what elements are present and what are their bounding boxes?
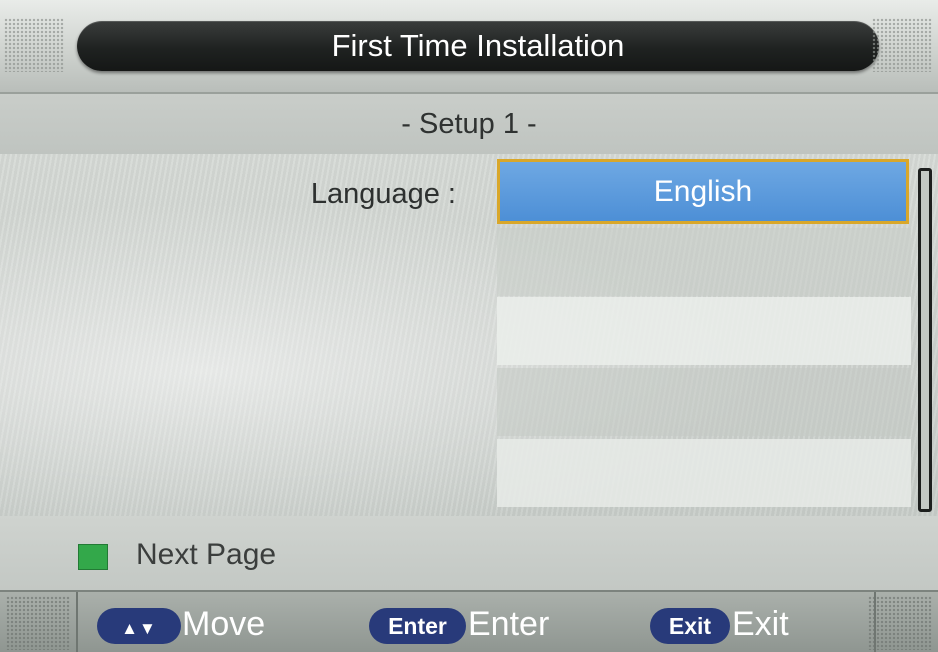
empty-option-row <box>497 439 911 507</box>
speaker-grill-right <box>872 18 932 72</box>
move-key-symbol: ▲▼ <box>121 619 157 638</box>
help-bar: ▲▼ Move Enter Enter Exit Exit <box>0 590 938 652</box>
divider <box>76 592 78 652</box>
next-page-hint[interactable]: Next Page <box>0 516 938 590</box>
empty-option-row <box>497 368 911 436</box>
exit-key-icon: Exit <box>650 608 730 644</box>
green-key-icon <box>78 544 108 570</box>
scrollbar[interactable] <box>918 168 932 512</box>
empty-option-row <box>497 297 911 365</box>
language-label: Language : <box>310 178 456 210</box>
exit-hint-label: Exit <box>732 605 789 643</box>
next-page-label: Next Page <box>136 538 277 571</box>
empty-option-row <box>497 228 911 296</box>
header-bar: First Time Installation <box>0 0 938 94</box>
speaker-grill-left <box>6 596 70 650</box>
speaker-grill-right <box>868 596 932 650</box>
speaker-grill-left <box>4 18 64 72</box>
setup-step-title: - Setup 1 - <box>0 94 938 154</box>
enter-key-icon: Enter <box>369 608 466 644</box>
tv-osd-screen: First Time Installation - Setup 1 - Lang… <box>0 0 938 652</box>
settings-panel: Language : English <box>0 154 938 516</box>
language-select[interactable]: English <box>497 159 909 224</box>
enter-hint-label: Enter <box>468 605 550 643</box>
up-down-arrows-icon: ▲▼ <box>97 608 181 644</box>
page-title: First Time Installation <box>77 21 879 71</box>
move-hint-label: Move <box>182 605 266 643</box>
